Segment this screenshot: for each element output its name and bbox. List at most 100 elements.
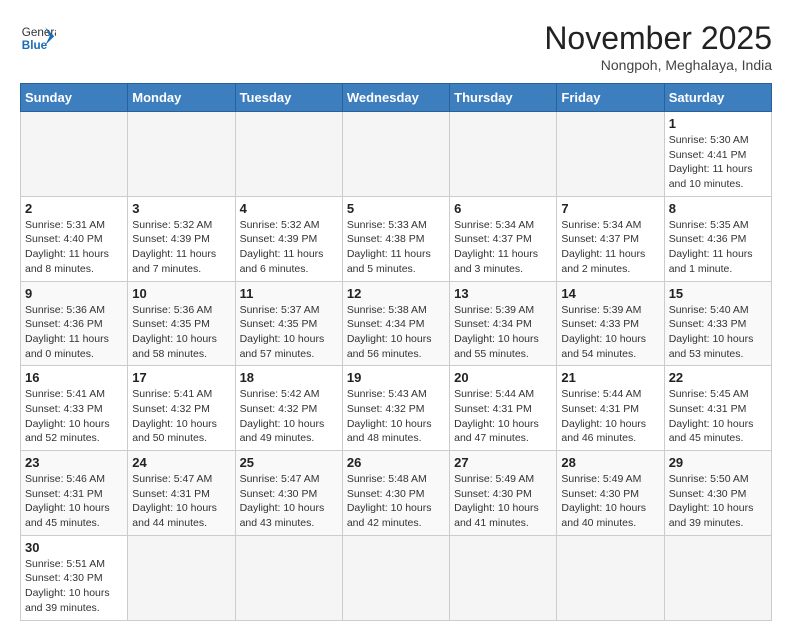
day-number: 10: [132, 286, 230, 301]
logo-icon: General Blue: [20, 20, 56, 56]
calendar-row: 30 Sunrise: 5:51 AMSunset: 4:30 PMDaylig…: [21, 535, 772, 620]
day-info: Sunrise: 5:32 AMSunset: 4:39 PMDaylight:…: [132, 218, 230, 277]
day-number: 23: [25, 455, 123, 470]
table-row: 26 Sunrise: 5:48 AMSunset: 4:30 PMDaylig…: [342, 451, 449, 536]
day-number: 26: [347, 455, 445, 470]
day-info: Sunrise: 5:39 AMSunset: 4:33 PMDaylight:…: [561, 303, 659, 362]
day-number: 21: [561, 370, 659, 385]
day-number: 19: [347, 370, 445, 385]
table-row: [342, 112, 449, 197]
day-number: 1: [669, 116, 767, 131]
day-number: 13: [454, 286, 552, 301]
header-monday: Monday: [128, 84, 235, 112]
day-info: Sunrise: 5:33 AMSunset: 4:38 PMDaylight:…: [347, 218, 445, 277]
day-number: 29: [669, 455, 767, 470]
day-info: Sunrise: 5:41 AMSunset: 4:32 PMDaylight:…: [132, 387, 230, 446]
calendar-row: 1 Sunrise: 5:30 AMSunset: 4:41 PMDayligh…: [21, 112, 772, 197]
day-info: Sunrise: 5:46 AMSunset: 4:31 PMDaylight:…: [25, 472, 123, 531]
table-row: 21 Sunrise: 5:44 AMSunset: 4:31 PMDaylig…: [557, 366, 664, 451]
table-row: [235, 535, 342, 620]
header-wednesday: Wednesday: [342, 84, 449, 112]
header-thursday: Thursday: [450, 84, 557, 112]
table-row: 3 Sunrise: 5:32 AMSunset: 4:39 PMDayligh…: [128, 196, 235, 281]
day-number: 11: [240, 286, 338, 301]
day-number: 27: [454, 455, 552, 470]
day-number: 17: [132, 370, 230, 385]
table-row: [128, 535, 235, 620]
day-info: Sunrise: 5:44 AMSunset: 4:31 PMDaylight:…: [561, 387, 659, 446]
calendar-row: 16 Sunrise: 5:41 AMSunset: 4:33 PMDaylig…: [21, 366, 772, 451]
table-row: 2 Sunrise: 5:31 AMSunset: 4:40 PMDayligh…: [21, 196, 128, 281]
day-info: Sunrise: 5:39 AMSunset: 4:34 PMDaylight:…: [454, 303, 552, 362]
day-number: 14: [561, 286, 659, 301]
day-info: Sunrise: 5:50 AMSunset: 4:30 PMDaylight:…: [669, 472, 767, 531]
svg-text:Blue: Blue: [22, 39, 48, 52]
day-number: 3: [132, 201, 230, 216]
calendar-row: 23 Sunrise: 5:46 AMSunset: 4:31 PMDaylig…: [21, 451, 772, 536]
day-info: Sunrise: 5:41 AMSunset: 4:33 PMDaylight:…: [25, 387, 123, 446]
header-saturday: Saturday: [664, 84, 771, 112]
day-number: 25: [240, 455, 338, 470]
day-info: Sunrise: 5:34 AMSunset: 4:37 PMDaylight:…: [561, 218, 659, 277]
table-row: [128, 112, 235, 197]
day-info: Sunrise: 5:42 AMSunset: 4:32 PMDaylight:…: [240, 387, 338, 446]
table-row: 28 Sunrise: 5:49 AMSunset: 4:30 PMDaylig…: [557, 451, 664, 536]
day-info: Sunrise: 5:47 AMSunset: 4:31 PMDaylight:…: [132, 472, 230, 531]
table-row: 7 Sunrise: 5:34 AMSunset: 4:37 PMDayligh…: [557, 196, 664, 281]
table-row: 1 Sunrise: 5:30 AMSunset: 4:41 PMDayligh…: [664, 112, 771, 197]
table-row: 10 Sunrise: 5:36 AMSunset: 4:35 PMDaylig…: [128, 281, 235, 366]
day-number: 12: [347, 286, 445, 301]
day-number: 18: [240, 370, 338, 385]
calendar-row: 9 Sunrise: 5:36 AMSunset: 4:36 PMDayligh…: [21, 281, 772, 366]
table-row: 16 Sunrise: 5:41 AMSunset: 4:33 PMDaylig…: [21, 366, 128, 451]
day-number: 5: [347, 201, 445, 216]
table-row: 8 Sunrise: 5:35 AMSunset: 4:36 PMDayligh…: [664, 196, 771, 281]
day-info: Sunrise: 5:32 AMSunset: 4:39 PMDaylight:…: [240, 218, 338, 277]
day-number: 4: [240, 201, 338, 216]
day-info: Sunrise: 5:37 AMSunset: 4:35 PMDaylight:…: [240, 303, 338, 362]
calendar-row: 2 Sunrise: 5:31 AMSunset: 4:40 PMDayligh…: [21, 196, 772, 281]
month-title: November 2025: [544, 20, 772, 57]
day-number: 9: [25, 286, 123, 301]
logo: General Blue: [20, 20, 56, 56]
day-info: Sunrise: 5:36 AMSunset: 4:35 PMDaylight:…: [132, 303, 230, 362]
day-info: Sunrise: 5:43 AMSunset: 4:32 PMDaylight:…: [347, 387, 445, 446]
table-row: 19 Sunrise: 5:43 AMSunset: 4:32 PMDaylig…: [342, 366, 449, 451]
table-row: 13 Sunrise: 5:39 AMSunset: 4:34 PMDaylig…: [450, 281, 557, 366]
day-number: 16: [25, 370, 123, 385]
header-tuesday: Tuesday: [235, 84, 342, 112]
day-info: Sunrise: 5:44 AMSunset: 4:31 PMDaylight:…: [454, 387, 552, 446]
table-row: 6 Sunrise: 5:34 AMSunset: 4:37 PMDayligh…: [450, 196, 557, 281]
day-number: 30: [25, 540, 123, 555]
day-info: Sunrise: 5:47 AMSunset: 4:30 PMDaylight:…: [240, 472, 338, 531]
table-row: [21, 112, 128, 197]
table-row: 25 Sunrise: 5:47 AMSunset: 4:30 PMDaylig…: [235, 451, 342, 536]
day-info: Sunrise: 5:48 AMSunset: 4:30 PMDaylight:…: [347, 472, 445, 531]
header-friday: Friday: [557, 84, 664, 112]
weekday-header-row: Sunday Monday Tuesday Wednesday Thursday…: [21, 84, 772, 112]
table-row: 29 Sunrise: 5:50 AMSunset: 4:30 PMDaylig…: [664, 451, 771, 536]
table-row: [664, 535, 771, 620]
day-number: 2: [25, 201, 123, 216]
day-number: 24: [132, 455, 230, 470]
table-row: 12 Sunrise: 5:38 AMSunset: 4:34 PMDaylig…: [342, 281, 449, 366]
day-info: Sunrise: 5:30 AMSunset: 4:41 PMDaylight:…: [669, 133, 767, 192]
day-number: 7: [561, 201, 659, 216]
day-number: 20: [454, 370, 552, 385]
day-info: Sunrise: 5:38 AMSunset: 4:34 PMDaylight:…: [347, 303, 445, 362]
table-row: 20 Sunrise: 5:44 AMSunset: 4:31 PMDaylig…: [450, 366, 557, 451]
day-info: Sunrise: 5:31 AMSunset: 4:40 PMDaylight:…: [25, 218, 123, 277]
table-row: 15 Sunrise: 5:40 AMSunset: 4:33 PMDaylig…: [664, 281, 771, 366]
day-info: Sunrise: 5:49 AMSunset: 4:30 PMDaylight:…: [561, 472, 659, 531]
table-row: [235, 112, 342, 197]
table-row: [557, 112, 664, 197]
table-row: 24 Sunrise: 5:47 AMSunset: 4:31 PMDaylig…: [128, 451, 235, 536]
table-row: 27 Sunrise: 5:49 AMSunset: 4:30 PMDaylig…: [450, 451, 557, 536]
day-info: Sunrise: 5:34 AMSunset: 4:37 PMDaylight:…: [454, 218, 552, 277]
title-block: November 2025 Nongpoh, Meghalaya, India: [544, 20, 772, 73]
table-row: 30 Sunrise: 5:51 AMSunset: 4:30 PMDaylig…: [21, 535, 128, 620]
day-info: Sunrise: 5:40 AMSunset: 4:33 PMDaylight:…: [669, 303, 767, 362]
table-row: 9 Sunrise: 5:36 AMSunset: 4:36 PMDayligh…: [21, 281, 128, 366]
table-row: [450, 535, 557, 620]
day-info: Sunrise: 5:35 AMSunset: 4:36 PMDaylight:…: [669, 218, 767, 277]
